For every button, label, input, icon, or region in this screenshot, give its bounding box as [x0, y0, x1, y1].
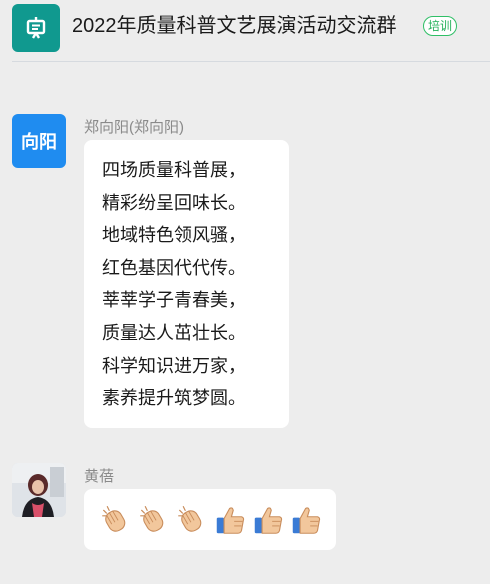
- clapping-hands-icon: [140, 506, 164, 532]
- header-divider: [12, 61, 490, 62]
- message-line: 精彩纷呈回味长。: [102, 192, 246, 213]
- clapping-hands-icon: [102, 506, 126, 532]
- thumbs-up-icon: [254, 507, 283, 534]
- thumbs-up-icon: [216, 507, 245, 534]
- sender-name: 黄蓓: [84, 468, 115, 485]
- sender-avatar-photo[interactable]: [12, 463, 66, 517]
- sender-name: 郑向阳(郑向阳): [84, 119, 184, 136]
- avatar-image: [12, 463, 66, 517]
- message-line: 素养提升筑梦圆。: [102, 388, 246, 409]
- thumbs-up-icon: [292, 507, 321, 534]
- group-avatar[interactable]: [12, 4, 60, 52]
- clapping-hands-icon: [178, 506, 202, 532]
- chat-title: 2022年质量科普文艺展演活动交流群: [72, 15, 397, 37]
- message-bubble[interactable]: 四场质量科普展， 精彩纷呈回味长。 地域特色领风骚， 红色基因代代传。 莘莘学子…: [84, 140, 289, 428]
- message-line: 莘莘学子青春美，: [102, 290, 246, 311]
- group-tag-badge: 培训: [423, 16, 458, 36]
- message-bubble[interactable]: [84, 489, 336, 550]
- message-line: 质量达人茁壮长。: [102, 322, 246, 343]
- message-line: 红色基因代代传。: [102, 257, 246, 278]
- message-line: 科学知识进万家，: [102, 355, 246, 376]
- message-line: 地域特色领风骚，: [102, 225, 246, 246]
- presentation-icon: [26, 17, 46, 39]
- chat-header: 2022年质量科普文艺展演活动交流群 培训: [0, 0, 490, 60]
- sender-avatar[interactable]: 向阳: [12, 114, 66, 168]
- message-line: 四场质量科普展，: [102, 160, 246, 180]
